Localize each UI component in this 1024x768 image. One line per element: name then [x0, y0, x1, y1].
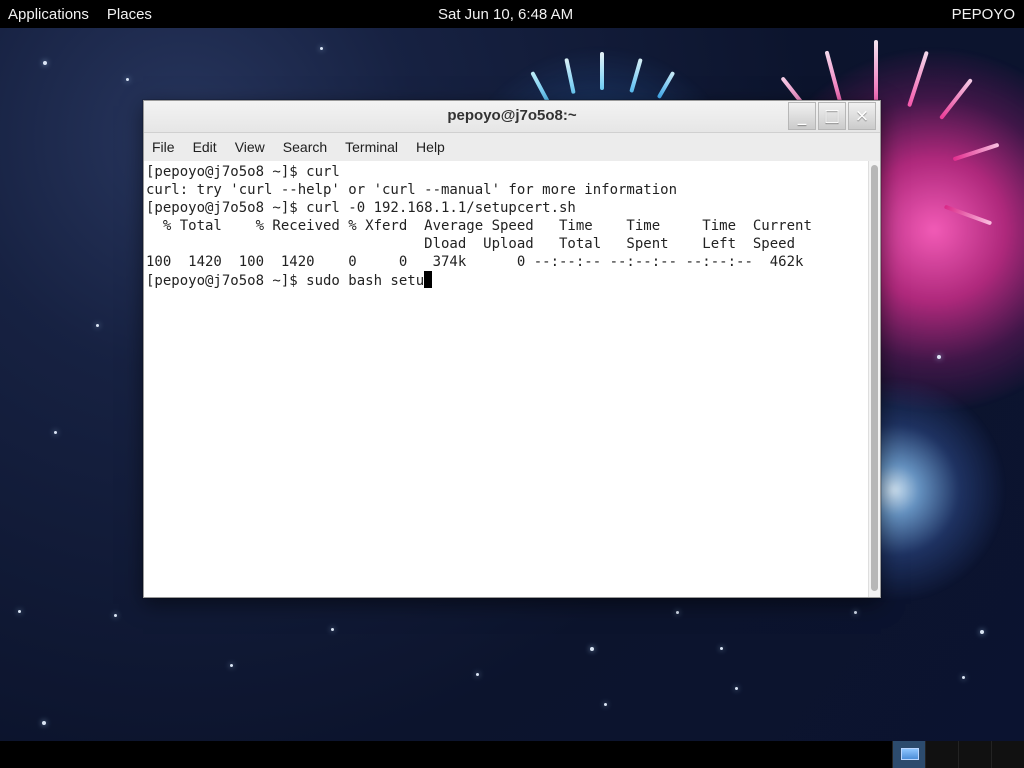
terminal-line: % Total % Received % Xferd Average Speed… — [146, 218, 812, 234]
terminal-output-area[interactable]: [pepoyo@j7o5o8 ~]$ curl curl: try 'curl … — [144, 161, 868, 597]
terminal-line: Dload Upload Total Spent Left Speed — [146, 236, 796, 252]
scrollbar-thumb[interactable] — [871, 165, 878, 591]
star — [854, 611, 857, 614]
terminal-line: [pepoyo@j7o5o8 ~]$ sudo bash setu — [146, 273, 425, 289]
star — [980, 630, 984, 634]
top-panel: Applications Places Sat Jun 10, 6:48 AM … — [0, 0, 1024, 28]
terminal-text[interactable]: [pepoyo@j7o5o8 ~]$ curl curl: try 'curl … — [146, 163, 812, 290]
clock[interactable]: Sat Jun 10, 6:48 AM — [438, 0, 573, 28]
star — [320, 47, 323, 50]
star — [735, 687, 738, 690]
star — [230, 664, 233, 667]
minimize-button[interactable]: _ — [788, 102, 816, 130]
workspace-2[interactable] — [925, 741, 958, 768]
terminal-current-line[interactable]: [pepoyo@j7o5o8 ~]$ sudo bash setu — [146, 271, 433, 289]
menu-edit[interactable]: Edit — [193, 139, 217, 155]
menu-file[interactable]: File — [152, 139, 175, 155]
star — [96, 324, 99, 327]
terminal-scrollbar[interactable] — [868, 161, 880, 597]
menu-search[interactable]: Search — [283, 139, 327, 155]
workspace-3[interactable] — [958, 741, 991, 768]
window-titlebar[interactable]: pepoyo@j7o5o8:~ _ □ × — [144, 101, 880, 133]
user-menu[interactable]: PEPOYO — [952, 0, 1015, 28]
star — [720, 647, 723, 650]
close-icon: × — [854, 106, 870, 126]
star — [331, 628, 334, 631]
star — [476, 673, 479, 676]
star — [937, 355, 941, 359]
terminal-window[interactable]: pepoyo@j7o5o8:~ _ □ × File Edit View Sea… — [143, 100, 881, 598]
text-cursor — [424, 271, 433, 288]
window-title: pepoyo@j7o5o8:~ — [447, 107, 577, 124]
workspace-switcher — [892, 741, 1024, 768]
applications-menu[interactable]: Applications — [8, 6, 89, 23]
star — [114, 614, 117, 617]
terminal-line: [pepoyo@j7o5o8 ~]$ curl -0 192.168.1.1/s… — [146, 200, 576, 216]
window-controls: _ □ × — [788, 102, 876, 130]
terminal-line: curl: try 'curl --help' or 'curl --manua… — [146, 182, 678, 198]
clock-text: Sat Jun 10, 6:48 AM — [438, 5, 574, 23]
user-name: PEPOYO — [951, 5, 1015, 23]
menu-help[interactable]: Help — [416, 139, 445, 155]
places-menu[interactable]: Places — [107, 6, 152, 23]
star — [676, 611, 679, 614]
workspace-1[interactable] — [892, 741, 925, 768]
terminal-line: [pepoyo@j7o5o8 ~]$ curl — [146, 164, 340, 180]
workspace-4[interactable] — [991, 741, 1024, 768]
minimize-icon: _ — [797, 106, 807, 126]
star — [604, 703, 607, 706]
star — [42, 721, 46, 725]
star — [590, 647, 594, 651]
close-button[interactable]: × — [848, 102, 876, 130]
star — [54, 431, 57, 434]
star — [18, 610, 21, 613]
menu-view[interactable]: View — [235, 139, 265, 155]
star — [962, 676, 965, 679]
bottom-panel — [0, 741, 1024, 768]
star — [43, 61, 47, 65]
top-panel-left: Applications Places — [8, 0, 152, 28]
star — [126, 78, 129, 81]
menu-bar: File Edit View Search Terminal Help — [144, 133, 880, 162]
maximize-icon: □ — [823, 106, 841, 126]
maximize-button[interactable]: □ — [818, 102, 846, 130]
terminal-line: 100 1420 100 1420 0 0 374k 0 --:--:-- --… — [146, 254, 804, 270]
menu-terminal[interactable]: Terminal — [345, 139, 398, 155]
